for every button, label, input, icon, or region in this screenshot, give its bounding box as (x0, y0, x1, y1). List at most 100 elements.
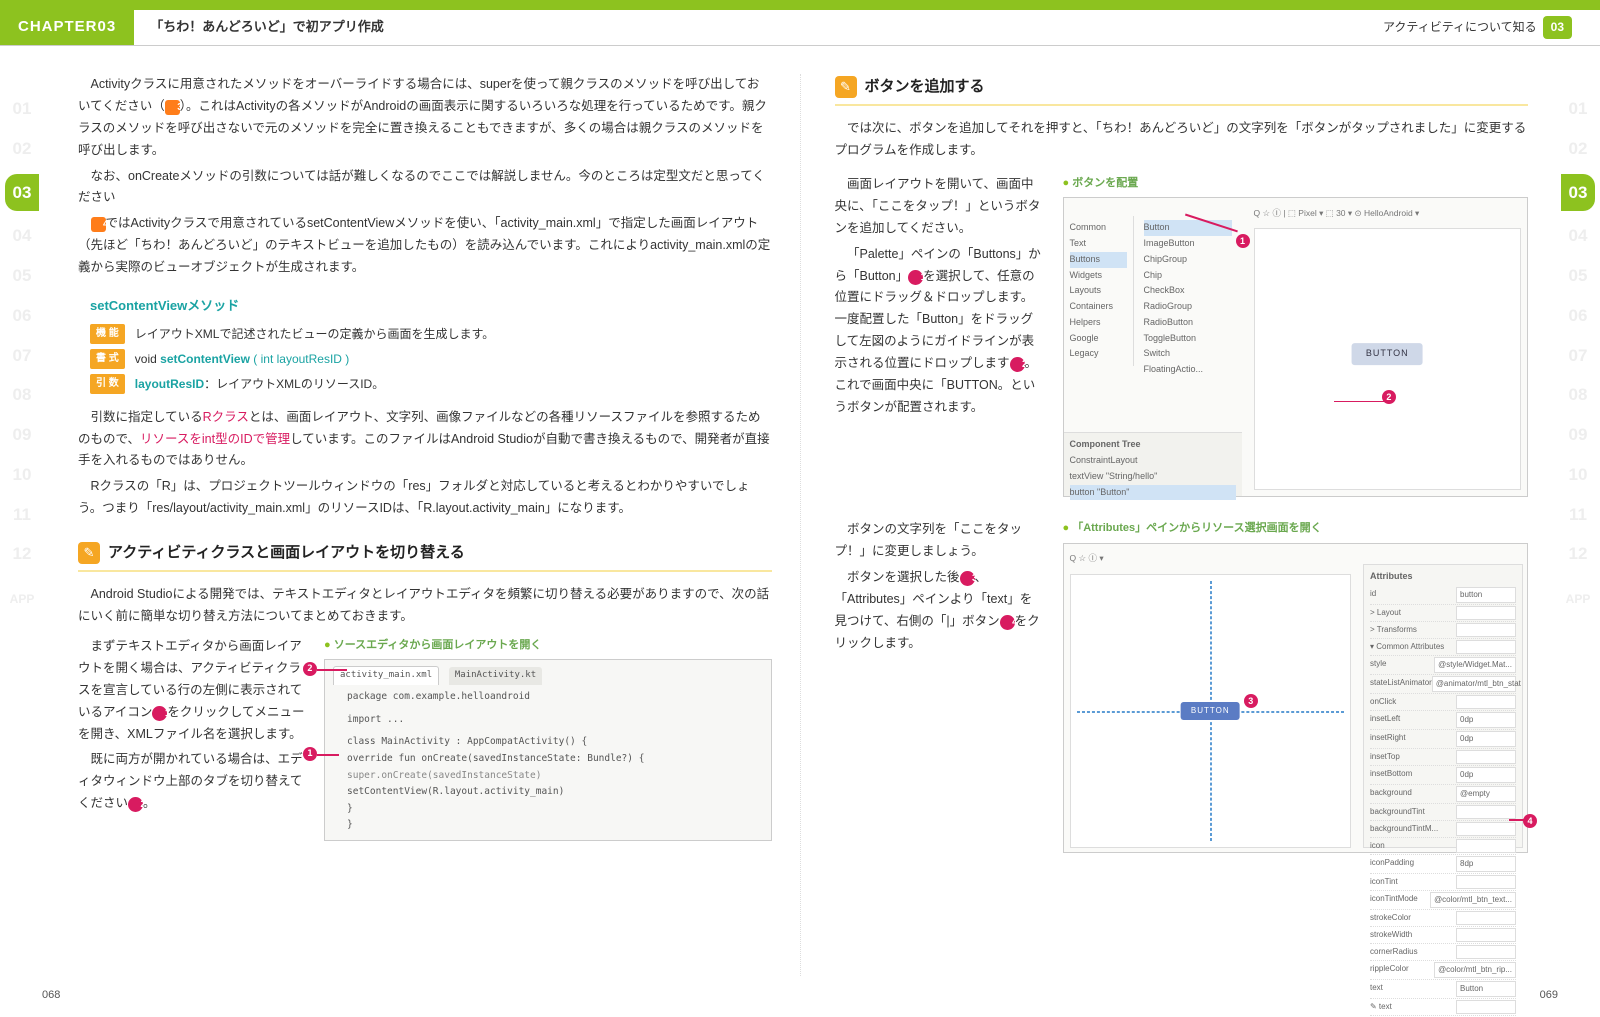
attr-value (1456, 822, 1516, 836)
fig2-tree: Component Tree ConstraintLayout textView… (1064, 432, 1242, 496)
attr-row: background@empty (1370, 785, 1516, 804)
attr-row: iconTintMode@color/mtl_btn_text... (1370, 891, 1516, 910)
pitem: Button (1144, 220, 1232, 236)
pitem: Switch (1144, 346, 1232, 362)
method-row-arg: 引 数 layoutResID：レイアウトXMLのリソースID。 (90, 374, 772, 395)
attr-key: ✎ text (1370, 1000, 1392, 1014)
attr-key: insetLeft (1370, 712, 1400, 728)
attr-row: icon (1370, 838, 1516, 855)
attr-fig: 「Attributes」ペインからリソース選択画面を開く Q ☆ Ⓘ ▾ BUT… (1063, 519, 1529, 852)
circle-1: 1 (152, 706, 167, 721)
fig2-toolbar: Q ☆ Ⓘ | ⬚ Pixel ▾ ⬚ 30 ▾ ⊙ HelloAndroid … (1254, 204, 1522, 222)
attr-value (1456, 606, 1516, 620)
pitem: ChipGroup (1144, 252, 1232, 268)
fmt-name: setContentView (160, 352, 250, 366)
method-func-text: レイアウトXMLで記述されたビューの定義から画面を生成します。 (135, 324, 494, 345)
attr-row: onClick (1370, 694, 1516, 711)
section-icon-2: ✎ (835, 76, 857, 98)
pcat: Legacy (1070, 346, 1127, 362)
margin-tab-09: 09 (13, 420, 32, 450)
s2d: 。 (143, 796, 156, 810)
rmargin-02: 02 (1569, 134, 1588, 164)
pin-r3: 3 (1244, 694, 1258, 708)
fig3-canvas: BUTTON 3 (1070, 574, 1352, 848)
pin-r4: 4 (1523, 814, 1537, 828)
attr-text: ボタンの文字列を「ここをタップ！」に変更しましょう。 ボタンを選択した後3、「A… (835, 519, 1045, 852)
page-number-left: 068 (42, 986, 60, 1005)
page-header: CHAPTER03 「ちわ！あんどろいど」で初アプリ作成 アクティビティについて… (0, 10, 1600, 46)
margin-tab-app: APP (10, 589, 35, 610)
fig1-screenshot: 2 activity_main.xml MainActivity.kt 1 pa… (324, 659, 772, 841)
fig1-tab1: activity_main.xml (333, 666, 439, 685)
fig1-l8: } (347, 817, 763, 834)
fig1-caption: ソースエディタから画面レイアウトを開く (324, 636, 772, 655)
attr-key: backgroundTintM... (1370, 822, 1438, 836)
pcat: Text (1070, 236, 1127, 252)
pcat: Buttons (1070, 252, 1127, 268)
attr-row: insetBottom0dp (1370, 766, 1516, 785)
fig3-screenshot: Q ☆ Ⓘ ▾ BUTTON 3 Attributes idbutton> La… (1063, 543, 1529, 853)
margin-tab-12: 12 (13, 539, 32, 569)
fig1-l7: } (347, 801, 763, 818)
attr-key: insetRight (1370, 731, 1406, 747)
fig2-items: Button ImageButton ChipGroup Chip CheckB… (1138, 216, 1238, 382)
breadcrumb-label: アクティビティについて知る (1383, 17, 1537, 38)
pcat: Containers (1070, 299, 1127, 315)
attr-value: 0dp (1456, 731, 1516, 747)
attr-value: button (1456, 587, 1516, 603)
attr-value: @style/Widget.Mat... (1434, 657, 1516, 673)
attr-row: stateListAnimator@animator/mtl_btn_stat (1370, 675, 1516, 694)
attr-value (1456, 695, 1516, 709)
margin-tab-07: 07 (13, 341, 32, 371)
margin-tab-11: 11 (13, 500, 31, 530)
left-margin-tabs: 01 02 03 04 05 06 07 08 09 10 11 12 APP (0, 74, 44, 976)
fig2-canvas: BUTTON 2 (1254, 228, 1522, 490)
section-add-button-title: ボタンを追加する (865, 74, 985, 100)
attr-row: insetTop (1370, 749, 1516, 766)
tag-arg: 引 数 (90, 374, 125, 394)
r-c1a: 画面レイアウトを開いて、画面中央に、「ここをタップ！」というボタンを追加してくだ… (835, 174, 1045, 240)
rmargin-11: 11 (1569, 500, 1587, 530)
attr-value: 8dp (1456, 856, 1516, 872)
attr-value: @animator/mtl_btn_stat (1432, 676, 1516, 692)
para-1b: ）。これはActivityの各メソッドがAndroidの画面表示に関するいろいろ… (78, 99, 767, 157)
margin-tab-02: 02 (13, 134, 32, 164)
attr-key: backgroundTint (1370, 805, 1425, 819)
arrow-2 (317, 669, 347, 671)
attr-key: cornerRadius (1370, 945, 1418, 959)
section-icon: ✎ (78, 542, 100, 564)
pin-r1: 1 (1236, 234, 1250, 248)
attr-value (1456, 945, 1516, 959)
pcat: Google (1070, 331, 1127, 347)
attr-key: icon (1370, 839, 1385, 853)
r-p2a: ボタンの文字列を「ここをタップ！」に変更しましょう。 (835, 519, 1045, 563)
attr-value: @color/mtl_btn_rip... (1434, 962, 1516, 978)
pin-2: 2 (303, 662, 317, 676)
arrow-1 (317, 754, 339, 756)
pitem: FloatingActio... (1144, 362, 1232, 378)
fig1-l2: import ... (347, 712, 763, 729)
section-switch: ✎ アクティビティクラスと画面レイアウトを切り替える (78, 540, 772, 572)
fig2-button-widget: BUTTON (1352, 343, 1423, 365)
attr-row: ▾ Common Attributes (1370, 639, 1516, 656)
attr-key: ▾ Common Attributes (1370, 640, 1444, 654)
switch-fig: ソースエディタから画面レイアウトを開く 2 activity_main.xml … (324, 636, 772, 841)
p4-int: リソースをint型のIDで管理 (140, 432, 290, 446)
attr-row: > Transforms (1370, 622, 1516, 639)
chapter-badge: 03 (1543, 16, 1572, 39)
circle-r3: 3 (960, 571, 975, 586)
method-arg-text: layoutResID：レイアウトXMLのリソースID。 (135, 374, 384, 395)
circle-2: 2 (128, 797, 143, 812)
section-add-button: ✎ ボタンを追加する (835, 74, 1529, 106)
header-right: アクティビティについて知る 03 (1383, 16, 1600, 39)
attr-row: insetLeft0dp (1370, 711, 1516, 730)
rmargin-05: 05 (1569, 261, 1588, 291)
fmt-args: ( int layoutResID ) (250, 352, 349, 366)
attr-value (1456, 875, 1516, 889)
margin-tab-05: 05 (13, 261, 32, 291)
method-title: setContentViewメソッド (90, 295, 772, 318)
fmt-pre: void (135, 352, 160, 366)
attr-row: insetRight 0dp (1370, 730, 1516, 749)
tag-format: 書 式 (90, 349, 125, 369)
tree-title: Component Tree (1070, 437, 1236, 453)
